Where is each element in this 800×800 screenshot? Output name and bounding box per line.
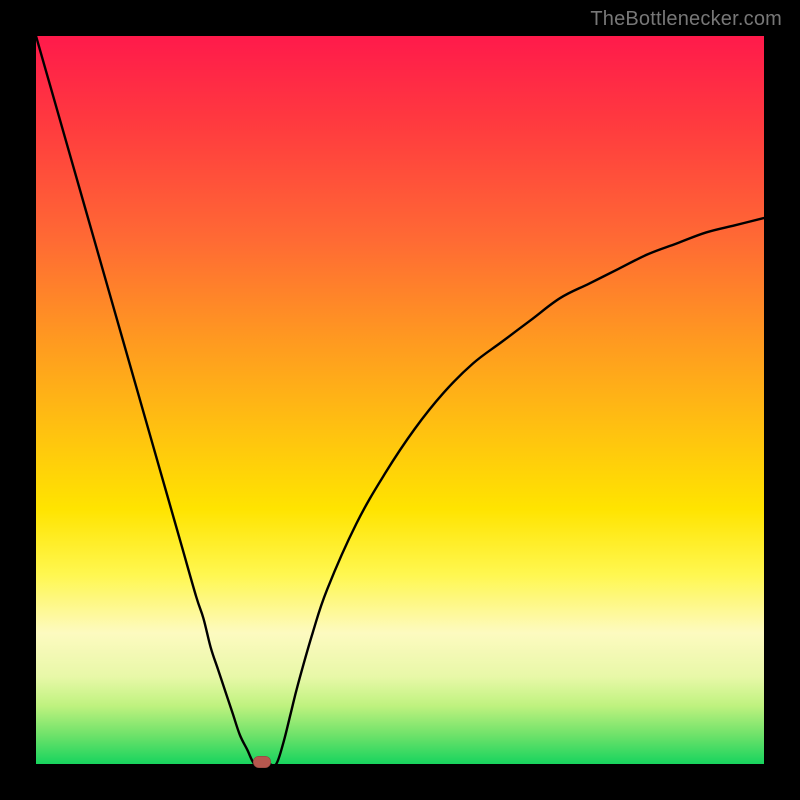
chart-frame: TheBottlenecker.com xyxy=(0,0,800,800)
chart-plot-area xyxy=(36,36,764,764)
optimum-marker xyxy=(253,756,271,768)
bottleneck-curve xyxy=(36,36,764,764)
watermark-text: TheBottlenecker.com xyxy=(590,8,782,31)
